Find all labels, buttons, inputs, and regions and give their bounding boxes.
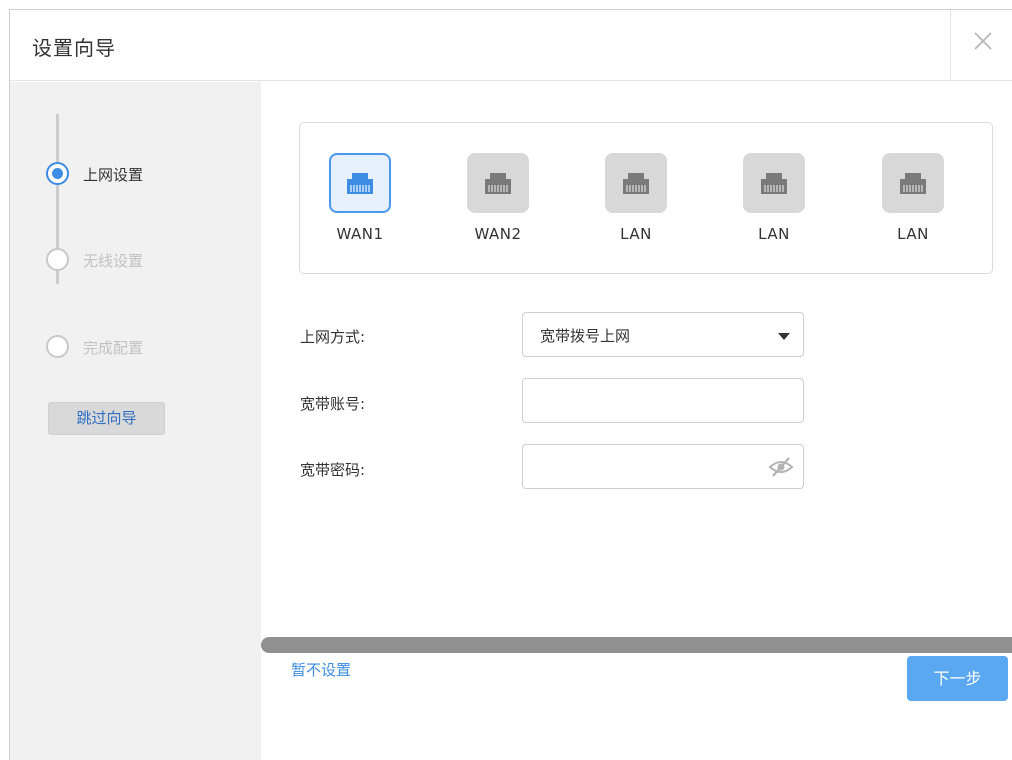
connection-mode-select[interactable]: 宽带拨号上网 (522, 312, 804, 357)
step-label: 无线设置 (83, 252, 144, 270)
skip-for-now-link[interactable]: 暂不设置 (291, 659, 351, 680)
port-label: LAN (758, 225, 790, 243)
ethernet-port-icon (743, 153, 805, 213)
setup-wizard-dialog: 设置向导 上网设置 无线设置 完成配置 跳过向导 WAN1 WAN2 LAN L… (9, 9, 1012, 760)
connection-mode-label: 上网方式: (300, 328, 366, 346)
broadband-password-input[interactable] (523, 445, 803, 488)
horizontal-scrollbar[interactable] (261, 637, 1012, 653)
show-password-icon[interactable] (767, 455, 795, 483)
port-wan1[interactable]: WAN1 (320, 153, 400, 243)
port-label: LAN (620, 225, 652, 243)
step-label: 上网设置 (83, 166, 144, 184)
port-label: WAN2 (474, 225, 522, 243)
port-lan-3[interactable]: LAN (873, 153, 953, 243)
ethernet-port-icon (467, 153, 529, 213)
step-indicator-icon (46, 162, 69, 185)
dialog-title: 设置向导 (32, 36, 116, 60)
broadband-password-label: 宽带密码: (300, 461, 366, 479)
ethernet-port-icon (329, 153, 391, 213)
connection-mode-value: 宽带拨号上网 (540, 327, 631, 345)
step-label: 完成配置 (83, 339, 144, 357)
broadband-password-field[interactable] (522, 444, 804, 489)
close-button[interactable] (950, 10, 1012, 81)
step-indicator-icon (46, 335, 69, 358)
port-lan-2[interactable]: LAN (734, 153, 814, 243)
skip-wizard-button[interactable]: 跳过向导 (48, 402, 165, 435)
ethernet-port-icon (882, 153, 944, 213)
broadband-account-field[interactable] (522, 378, 804, 423)
port-panel: WAN1 WAN2 LAN LAN LAN (299, 122, 993, 274)
port-lan-1[interactable]: LAN (596, 153, 676, 243)
close-icon (974, 32, 992, 50)
next-step-button[interactable]: 下一步 (907, 656, 1008, 701)
step-indicator-icon (46, 248, 69, 271)
broadband-account-input[interactable] (523, 379, 803, 422)
port-label: WAN1 (336, 225, 384, 243)
port-label: LAN (897, 225, 929, 243)
broadband-account-label: 宽带账号: (300, 395, 366, 413)
dropdown-arrow-icon (778, 333, 790, 340)
dialog-header: 设置向导 (10, 10, 1012, 81)
ethernet-port-icon (605, 153, 667, 213)
port-wan2[interactable]: WAN2 (458, 153, 538, 243)
